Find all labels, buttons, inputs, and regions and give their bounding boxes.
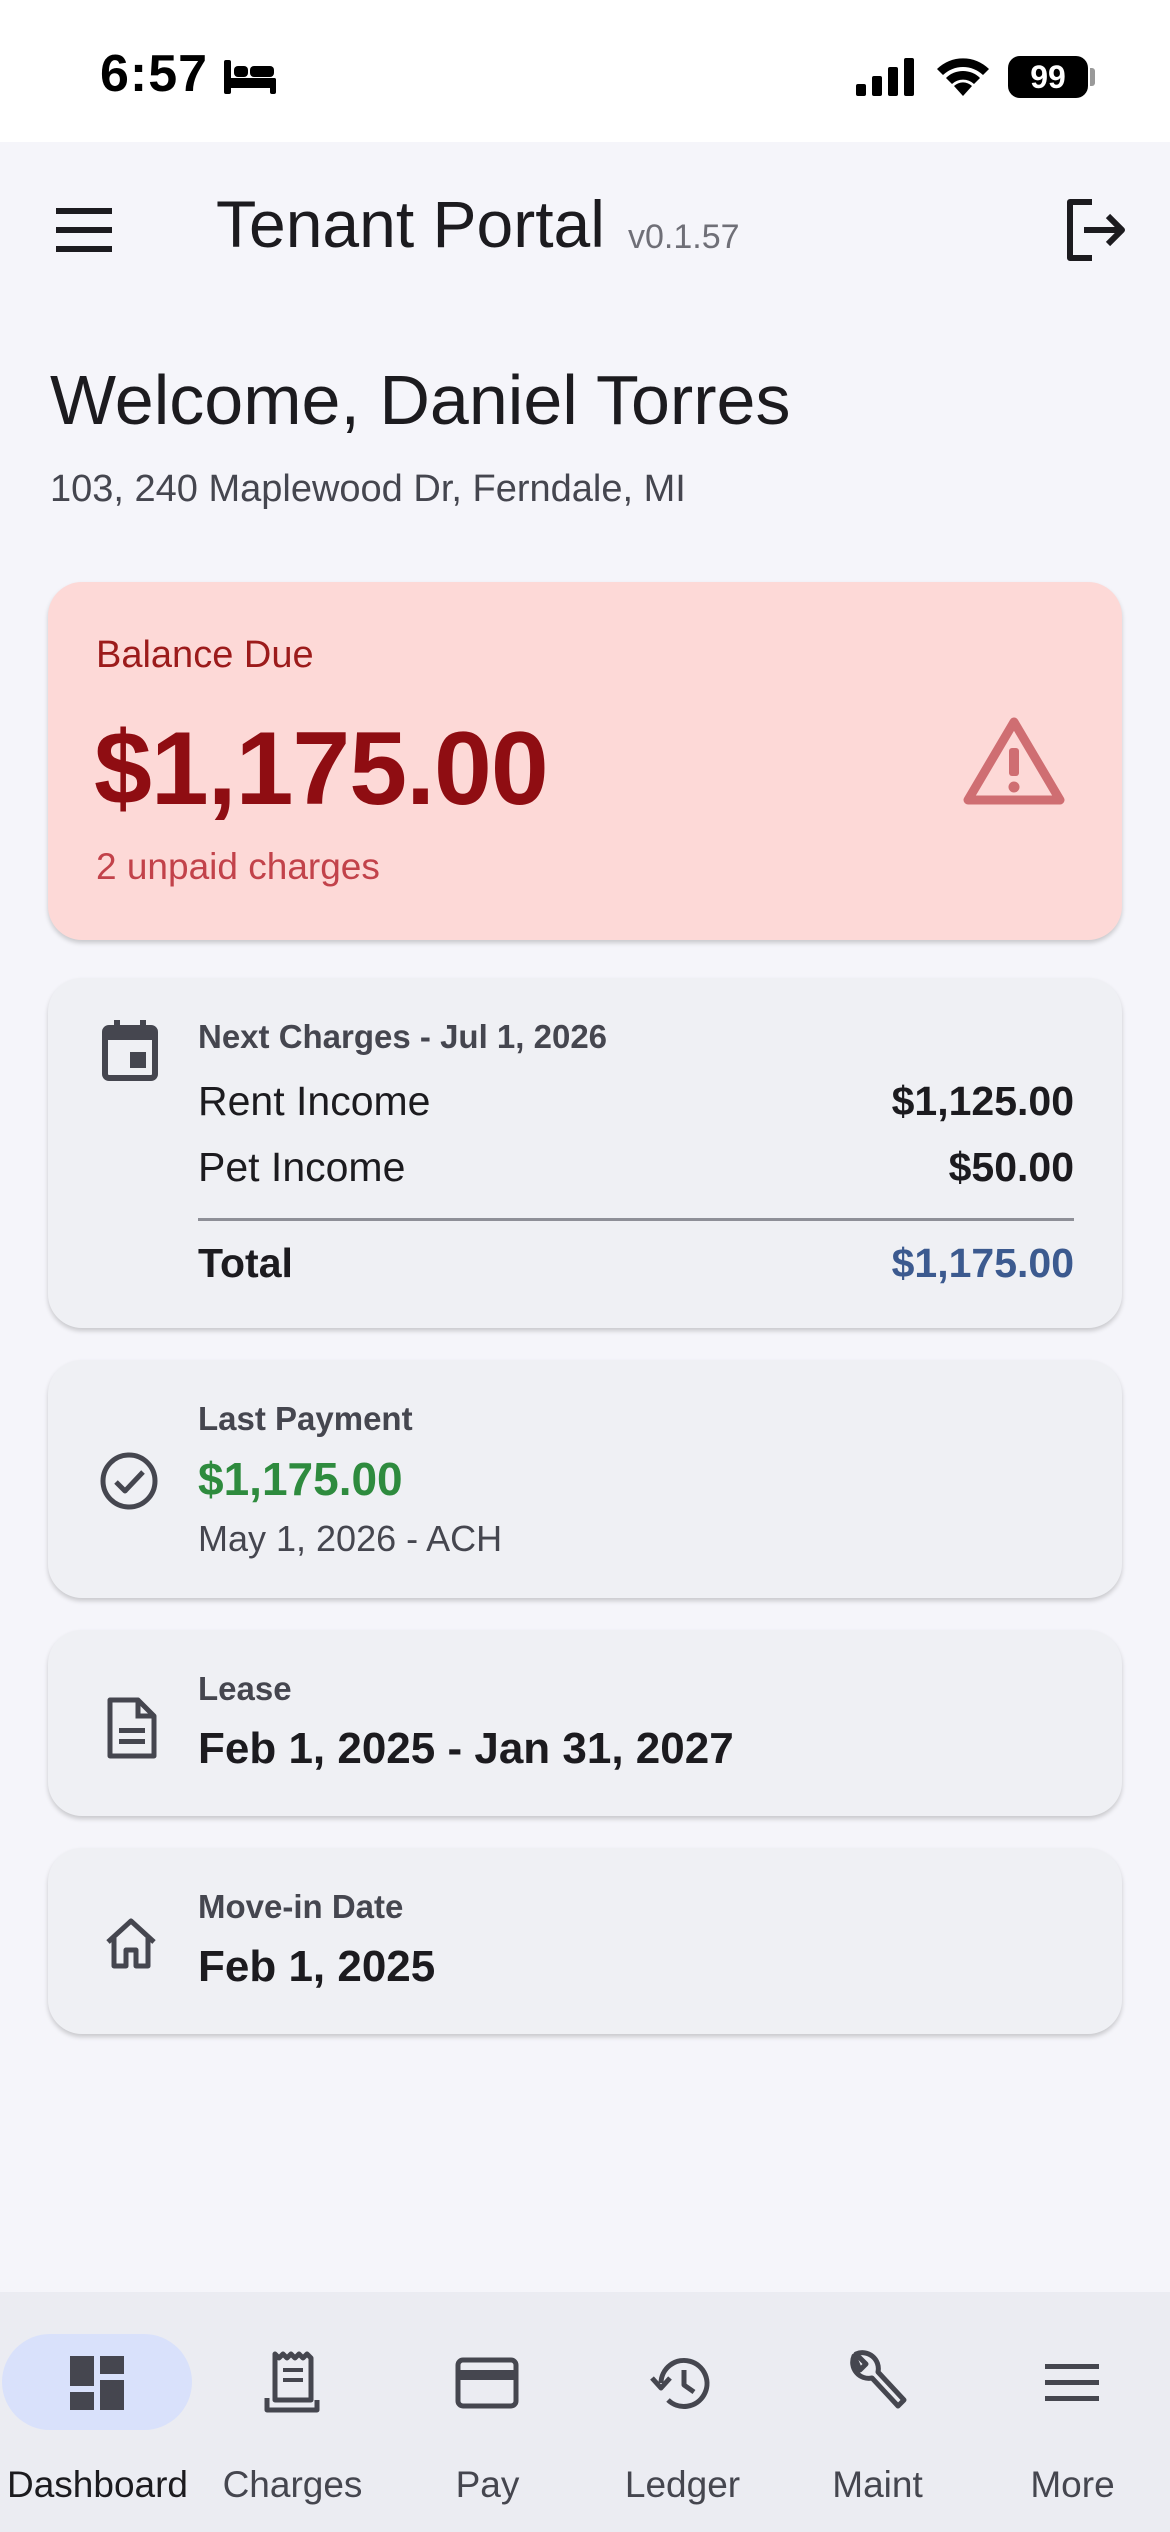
nav-maint[interactable]: Maint (780, 2292, 975, 2532)
app-version: v0.1.57 (628, 218, 740, 256)
nav-dashboard[interactable]: Dashboard (0, 2292, 195, 2532)
bottom-navigation: Dashboard Charges Pay Ledger Maint More (0, 2292, 1170, 2532)
next-charges-card[interactable]: Next Charges - Jul 1, 2026 Rent Income $… (48, 978, 1122, 1328)
lease-dates: Feb 1, 2025 - Jan 31, 2027 (198, 1724, 734, 1773)
charge-line-item: Pet Income $50.00 (198, 1144, 1074, 1191)
balance-label: Balance Due (96, 634, 314, 676)
calendar-icon (102, 1020, 158, 1081)
balance-due-card[interactable]: Balance Due $1,175.00 2 unpaid charges (48, 582, 1122, 940)
logout-icon[interactable] (1058, 192, 1134, 268)
total-label: Total (198, 1240, 293, 1286)
charge-label: Pet Income (198, 1144, 406, 1190)
hamburger-menu-icon[interactable] (48, 194, 120, 266)
last-payment-amount: $1,175.00 (198, 1453, 403, 1505)
total-amount: $1,175.00 (891, 1240, 1074, 1286)
receipt-icon (264, 2351, 320, 2413)
nav-label: More (1030, 2464, 1115, 2505)
battery-cap (1090, 68, 1095, 86)
last-payment-label: Last Payment (198, 1400, 413, 1437)
next-charges-title: Next Charges - Jul 1, 2026 (198, 1018, 608, 1055)
wifi-icon (937, 58, 989, 96)
document-icon (107, 1697, 157, 1759)
nav-label: Dashboard (6, 2464, 188, 2505)
check-circle-icon (100, 1452, 158, 1510)
credit-card-icon (455, 2357, 519, 2409)
nav-label: Pay (455, 2464, 520, 2505)
bed-icon (224, 60, 276, 94)
last-payment-meta: May 1, 2026 - ACH (198, 1518, 503, 1559)
nav-label: Maint (832, 2464, 923, 2505)
dashboard-icon (70, 2356, 124, 2410)
move-in-label: Move-in Date (198, 1888, 404, 1925)
nav-ledger[interactable]: Ledger (585, 2292, 780, 2532)
nav-charges[interactable]: Charges (195, 2292, 390, 2532)
lease-label: Lease (198, 1670, 292, 1707)
move-in-card[interactable]: Move-in Date Feb 1, 2025 (48, 1848, 1122, 2034)
battery-indicator: 99 (1008, 56, 1088, 98)
nav-pay[interactable]: Pay (390, 2292, 585, 2532)
last-payment-card[interactable]: Last Payment $1,175.00 May 1, 2026 - ACH (48, 1360, 1122, 1598)
lease-card[interactable]: Lease Feb 1, 2025 - Jan 31, 2027 (48, 1630, 1122, 1816)
status-time: 6:57 (100, 45, 209, 103)
nav-label: Charges (222, 2464, 363, 2505)
cellular-signal-icon (856, 58, 914, 96)
balance-amount: $1,175.00 (94, 711, 549, 827)
tenant-address: 103, 240 Maplewood Dr, Ferndale, MI (50, 468, 686, 510)
menu-icon (1045, 2364, 1099, 2401)
status-bar: 6:57 99 (0, 0, 1170, 142)
charges-divider (198, 1218, 1074, 1221)
charges-total-row: Total $1,175.00 (198, 1240, 1074, 1287)
charge-amount: $1,125.00 (891, 1078, 1074, 1124)
charge-line-item: Rent Income $1,125.00 (198, 1078, 1074, 1125)
app-title: Tenant Portal (216, 187, 605, 261)
app-bar: Tenant Portal v0.1.57 (0, 142, 1170, 302)
unpaid-charges-count: 2 unpaid charges (96, 846, 380, 887)
charge-amount: $50.00 (948, 1144, 1074, 1190)
move-in-date: Feb 1, 2025 (198, 1942, 436, 1991)
welcome-heading: Welcome, Daniel Torres (50, 361, 791, 439)
charge-label: Rent Income (198, 1078, 431, 1124)
nav-label: Ledger (624, 2464, 741, 2505)
nav-more[interactable]: More (975, 2292, 1170, 2532)
wrench-icon (850, 2350, 907, 2409)
home-icon (106, 1918, 156, 1969)
history-icon (650, 2357, 710, 2409)
warning-icon (963, 717, 1065, 805)
